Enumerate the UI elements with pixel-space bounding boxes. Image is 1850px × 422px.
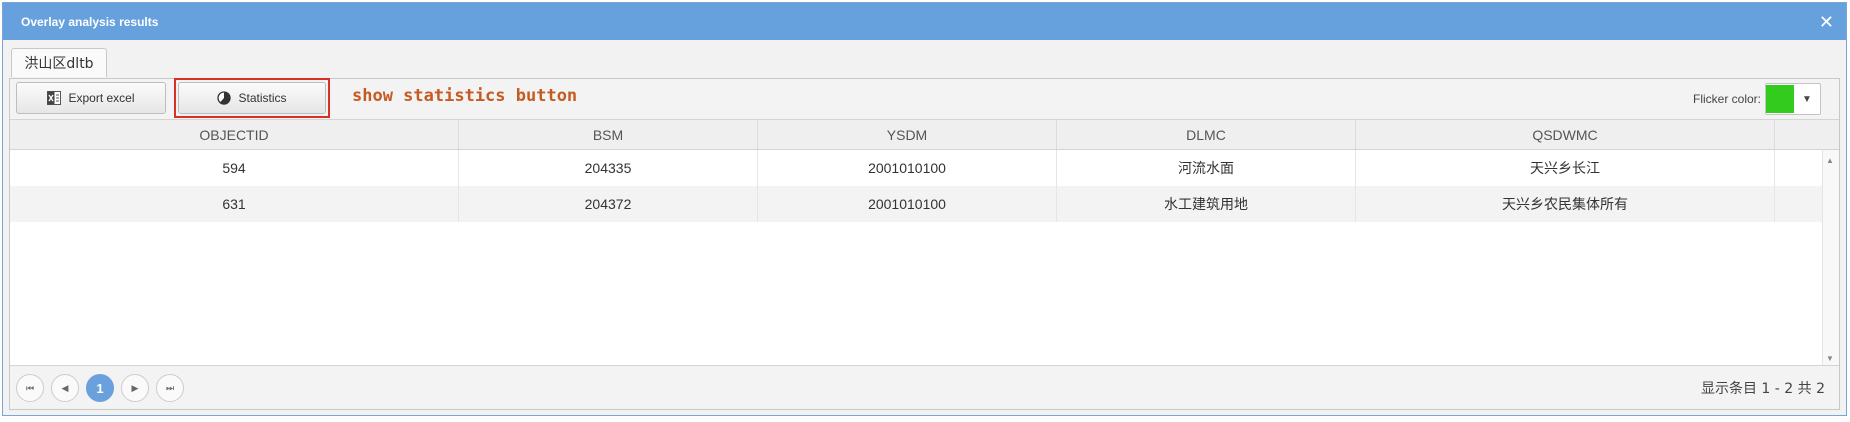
window-titlebar[interactable]: Overlay analysis results ✕ <box>3 3 1846 40</box>
table-cell: 天兴乡农民集体所有 <box>1356 186 1775 222</box>
annotation-text: show statistics button <box>352 86 578 106</box>
last-page-button[interactable]: ⏭ <box>156 374 184 402</box>
table-header: OBJECTID BSM YSDM DLMC QSDWMC <box>10 120 1839 150</box>
prev-page-button[interactable]: ◀ <box>51 374 79 402</box>
column-header-ysdm[interactable]: YSDM <box>758 120 1057 149</box>
table-cell: 天兴乡长江 <box>1356 150 1775 186</box>
chevron-down-icon[interactable]: ▼ <box>1794 85 1820 113</box>
table-row[interactable]: 594 204335 2001010100 河流水面 天兴乡长江 <box>10 150 1839 186</box>
window-title: Overlay analysis results <box>21 14 159 29</box>
first-page-button[interactable]: ⏮ <box>16 374 44 402</box>
excel-icon <box>47 91 62 105</box>
overlay-results-window: Overlay analysis results ✕ 洪山区dltb Expor… <box>2 2 1847 416</box>
pagination-bar: ⏮ ◀ 1 ▶ ⏭ 显示条目 1 - 2 共 2 <box>10 365 1839 409</box>
tab-panel: Export excel Statistics show statistics … <box>9 78 1840 410</box>
flicker-color-label: Flicker color: <box>1692 92 1761 106</box>
statistics-button[interactable]: Statistics <box>178 82 326 114</box>
flicker-color-picker[interactable]: ▼ <box>1765 83 1821 115</box>
tab-strip: 洪山区dltb <box>3 40 1846 78</box>
tab-dltb[interactable]: 洪山区dltb <box>11 48 107 77</box>
table-cell: 水工建筑用地 <box>1057 186 1356 222</box>
color-swatch[interactable] <box>1766 85 1794 113</box>
column-header-objectid[interactable]: OBJECTID <box>10 120 459 149</box>
pagination-info: 显示条目 1 - 2 共 2 <box>1700 381 1825 397</box>
close-icon[interactable]: ✕ <box>1819 13 1834 31</box>
column-header-dlmc[interactable]: DLMC <box>1057 120 1356 149</box>
column-header-bsm[interactable]: BSM <box>459 120 758 149</box>
table-cell: 2001010100 <box>758 150 1057 186</box>
column-header-spacer <box>1775 120 1823 149</box>
export-excel-button[interactable]: Export excel <box>16 82 166 114</box>
table-cell: 2001010100 <box>758 186 1057 222</box>
table-cell: 204335 <box>459 150 758 186</box>
table-cell: 631 <box>10 186 459 222</box>
scroll-down-icon[interactable]: ▼ <box>1826 354 1834 363</box>
toolbar: Export excel Statistics show statistics … <box>10 78 1839 120</box>
table-cell: 河流水面 <box>1057 150 1356 186</box>
vertical-scrollbar[interactable]: ▲ ▼ <box>1822 150 1839 365</box>
table-cell: 204372 <box>459 186 758 222</box>
column-header-qsdwmc[interactable]: QSDWMC <box>1356 120 1775 149</box>
table-body: 594 204335 2001010100 河流水面 天兴乡长江 631 204… <box>10 150 1839 365</box>
table-cell: 594 <box>10 150 459 186</box>
pie-chart-icon <box>217 91 232 105</box>
flicker-color-control: Flicker color: ▼ <box>1693 83 1821 115</box>
scroll-up-icon[interactable]: ▲ <box>1826 156 1834 165</box>
export-excel-label: Export excel <box>68 91 135 105</box>
next-page-button[interactable]: ▶ <box>121 374 149 402</box>
statistics-label: Statistics <box>238 91 287 105</box>
page-1-button[interactable]: 1 <box>86 374 114 402</box>
table-row[interactable]: 631 204372 2001010100 水工建筑用地 天兴乡农民集体所有 <box>10 186 1839 222</box>
